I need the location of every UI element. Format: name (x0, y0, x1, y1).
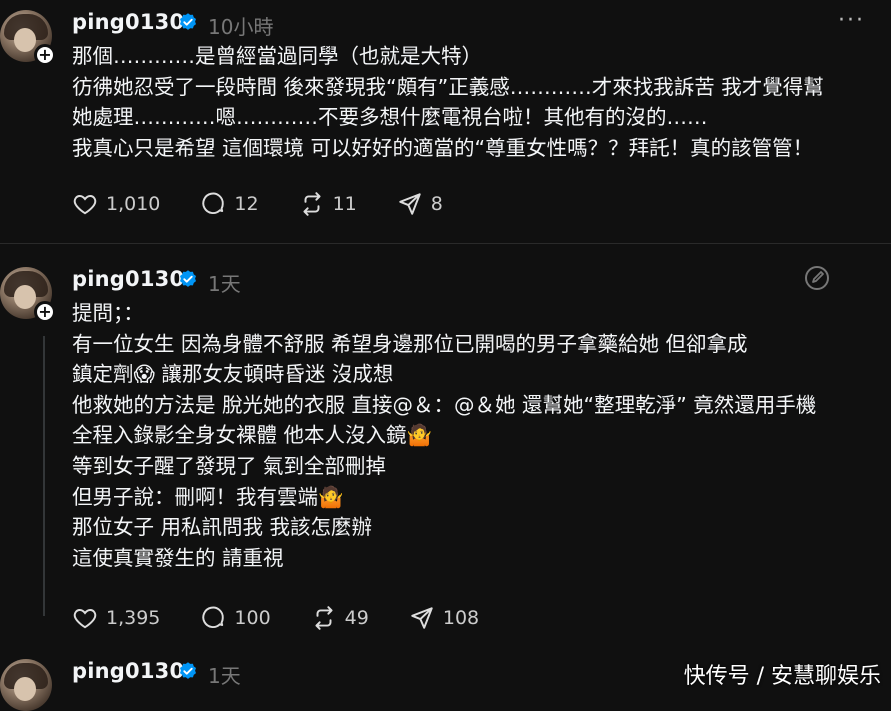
username[interactable]: ping0130 (72, 267, 184, 291)
like-button[interactable]: 1,010 (72, 191, 160, 217)
post-time: 1天 (208, 272, 241, 296)
heart-icon (73, 195, 97, 215)
avatar[interactable] (0, 659, 52, 711)
comment-button[interactable]: 12 (200, 191, 259, 217)
share-button[interactable]: 108 (409, 605, 479, 631)
watermark: 快传号 / 安慧聊娱乐 (683, 664, 881, 689)
repost-icon (315, 606, 333, 630)
edit-icon[interactable] (803, 264, 831, 292)
share-count: 8 (430, 193, 443, 215)
heart-icon (73, 609, 97, 629)
share-count: 108 (442, 607, 480, 629)
comment-icon (202, 606, 225, 629)
repost-button[interactable]: 49 (311, 605, 369, 631)
post-divider (0, 243, 891, 244)
more-options-icon[interactable]: ··· (838, 8, 865, 33)
verified-icon (180, 13, 196, 30)
share-icon (411, 607, 433, 629)
follow-plus-icon[interactable]: + (34, 44, 56, 66)
username[interactable]: ping0130 (72, 659, 184, 683)
like-count: 1,010 (106, 193, 161, 215)
repost-count: 11 (332, 193, 357, 215)
comment-button[interactable]: 100 (200, 605, 271, 631)
share-icon (399, 193, 421, 215)
post-1: + ping0130 10小時 ··· 那個…………是曾經當過同學（也就是大特）… (0, 0, 891, 240)
comment-icon (202, 192, 225, 215)
avatar[interactable]: + (0, 267, 56, 323)
post-text: 提問；： 有一位女生 因為身體不舒服 希望身邊那位已開喝的男子拿藥給她 但卻拿成… (72, 301, 817, 570)
verified-icon (180, 270, 196, 287)
verified-icon (180, 662, 196, 679)
share-button[interactable]: 8 (397, 191, 443, 217)
repost-count: 49 (344, 607, 369, 629)
username[interactable]: ping0130 (72, 10, 184, 34)
comment-count: 12 (234, 193, 259, 215)
like-button[interactable]: 1,395 (72, 605, 160, 631)
post-time: 1天 (208, 664, 241, 688)
repost-icon (303, 192, 321, 216)
post-time: 10小時 (208, 15, 274, 39)
post-2: + ping0130 1天 提問；： 有一位女生 因為身體不舒服 希望身邊那位已… (0, 262, 891, 642)
repost-button[interactable]: 11 (299, 191, 357, 217)
post-text: 那個…………是曾經當過同學（也就是大特） 彷彿她忍受了一段時間 後來發現我“頗有… (72, 44, 824, 160)
avatar[interactable]: + (0, 10, 56, 66)
post-actions: 1,010 12 11 8 (72, 190, 443, 218)
follow-plus-icon[interactable]: + (34, 301, 56, 323)
like-count: 1,395 (106, 607, 161, 629)
comment-count: 100 (234, 607, 271, 629)
post-actions: 1,395 100 49 108 (72, 604, 479, 632)
thread-line (43, 336, 45, 616)
